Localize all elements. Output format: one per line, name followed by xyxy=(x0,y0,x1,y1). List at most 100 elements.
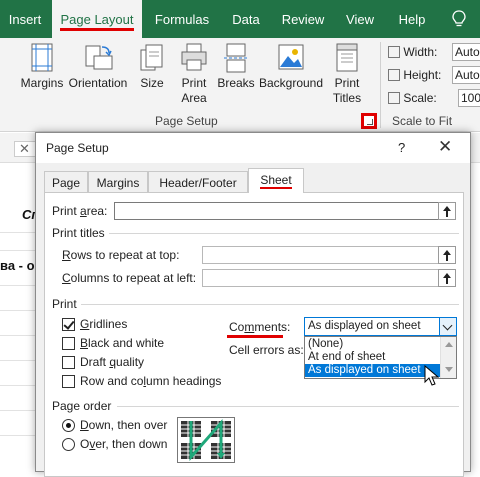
dialog-title: Page Setup xyxy=(46,141,109,155)
background-label: Background xyxy=(258,76,324,90)
tab-review[interactable]: Review xyxy=(276,0,330,38)
size-button[interactable]: Size xyxy=(136,42,168,91)
scroll-up-icon[interactable] xyxy=(445,342,453,347)
print-section-label: Print xyxy=(52,297,77,311)
height-row: Height: Auto xyxy=(388,66,480,84)
tab-header-footer[interactable]: Header/Footer xyxy=(148,171,248,192)
gridlines-label: Gridlines xyxy=(80,317,128,331)
tab-sheet-label: Sheet xyxy=(260,173,292,189)
close-button[interactable]: ✕ xyxy=(438,137,452,157)
cell-errors-label: Cell errors as: xyxy=(229,343,304,357)
background-button[interactable]: Background xyxy=(258,42,324,91)
page-setup-dialog-launcher[interactable] xyxy=(361,113,377,129)
tab-page-layout[interactable]: Page Layout xyxy=(52,0,142,38)
ribbon-page-layout: Margins Orientation Size Print Area Brea… xyxy=(0,38,480,132)
tab-view[interactable]: View xyxy=(338,0,382,38)
background-icon xyxy=(275,42,307,74)
grid-line xyxy=(0,285,40,286)
print-titles-label-1: Print xyxy=(334,76,360,90)
over-then-down-radio[interactable] xyxy=(62,438,75,451)
gridlines-checkbox[interactable] xyxy=(62,318,75,331)
scale-label: Scale: xyxy=(403,91,437,105)
margins-label: Margins xyxy=(20,76,64,90)
tab-margins[interactable]: Margins xyxy=(88,171,148,192)
comments-dropdown[interactable]: As displayed on sheet xyxy=(304,317,457,336)
height-icon xyxy=(388,69,400,81)
comments-option-as-displayed[interactable]: As displayed on sheet xyxy=(305,364,440,377)
comments-selected-value: As displayed on sheet xyxy=(308,320,421,332)
grid-line xyxy=(0,310,40,311)
print-area-button[interactable]: Print Area xyxy=(176,42,212,106)
print-area-label-2: Area xyxy=(181,91,207,105)
page-order-section-label: Page order xyxy=(52,399,112,413)
print-area-field[interactable] xyxy=(114,202,439,220)
rows-repeat-collapse-button[interactable] xyxy=(438,246,456,264)
tab-help[interactable]: Help xyxy=(390,0,434,38)
section-divider xyxy=(109,233,459,234)
grid-line xyxy=(0,250,40,251)
breaks-label: Breaks xyxy=(217,76,255,90)
tab-insert[interactable]: Insert xyxy=(0,0,50,38)
print-area-collapse-button[interactable] xyxy=(438,202,456,220)
cols-repeat-field[interactable] xyxy=(202,269,439,287)
width-icon xyxy=(388,46,400,58)
tab-page[interactable]: Page xyxy=(44,171,88,192)
draft-quality-label: Draft quality xyxy=(80,355,145,369)
grid-line xyxy=(0,435,40,436)
page-setup-dialog: Page Setup ? ✕ Page Margins Header/Foote… xyxy=(35,132,471,477)
group-divider xyxy=(380,42,381,128)
width-row: Width: Auto xyxy=(388,43,480,61)
print-titles-section-label: Print titles xyxy=(52,226,105,240)
scale-icon xyxy=(388,92,400,104)
grid-line xyxy=(0,232,40,233)
scale-to-fit-group-label: Scale to Fit xyxy=(392,114,453,128)
breaks-button[interactable]: Breaks xyxy=(216,42,256,91)
section-divider xyxy=(117,406,459,407)
black-and-white-checkbox[interactable] xyxy=(62,337,75,350)
height-label: Height: xyxy=(403,68,442,82)
comments-option-none[interactable]: (None) xyxy=(305,338,440,351)
orientation-label: Orientation xyxy=(68,76,128,90)
section-divider xyxy=(81,304,459,305)
print-titles-label-2: Titles xyxy=(332,91,362,105)
orientation-icon xyxy=(82,42,114,74)
black-and-white-label: Black and white xyxy=(80,336,165,350)
tab-data[interactable]: Data xyxy=(224,0,268,38)
cols-repeat-collapse-button[interactable] xyxy=(438,269,456,287)
dropdown-scrollbar[interactable] xyxy=(440,337,456,378)
down-then-over-radio[interactable] xyxy=(62,419,75,432)
row-column-headings-checkbox[interactable] xyxy=(62,375,75,388)
scale-row: Scale: 100 xyxy=(388,89,480,107)
chevron-down-icon[interactable] xyxy=(439,318,456,335)
page-setup-group-label: Page Setup xyxy=(155,114,218,128)
cols-repeat-label: Columns to repeat at left: xyxy=(62,271,197,285)
width-label: Width: xyxy=(403,45,438,59)
rows-repeat-label: Rows to repeat at top: xyxy=(62,248,180,262)
down-then-over-label: Down, then over xyxy=(80,418,168,432)
rows-repeat-field[interactable] xyxy=(202,246,439,264)
size-icon xyxy=(136,42,168,74)
comments-option-end-of-sheet[interactable]: At end of sheet xyxy=(305,351,440,364)
tab-sheet[interactable]: Sheet xyxy=(248,168,304,193)
scroll-down-icon[interactable] xyxy=(445,367,453,372)
page-order-preview-icon xyxy=(177,417,235,463)
height-dropdown[interactable]: Auto xyxy=(452,66,480,84)
margins-button[interactable]: Margins xyxy=(18,42,66,91)
tab-formulas[interactable]: Formulas xyxy=(148,0,216,38)
draft-quality-checkbox[interactable] xyxy=(62,356,75,369)
comments-highlight-underline xyxy=(227,335,283,338)
scale-input[interactable]: 100 xyxy=(458,89,480,107)
print-titles-button[interactable]: Print Titles xyxy=(330,42,364,106)
row-column-headings-label: Row and column headings xyxy=(80,374,222,388)
help-button[interactable]: ? xyxy=(398,140,405,155)
orientation-button[interactable]: Orientation xyxy=(66,42,130,91)
print-area-label: Print area: xyxy=(52,204,108,218)
ribbon-tab-bar: Insert Page Layout Formulas Data Review … xyxy=(0,0,480,38)
over-then-down-label: Over, then down xyxy=(80,437,168,451)
margins-icon xyxy=(26,42,58,74)
mouse-cursor-icon xyxy=(424,365,440,386)
width-dropdown[interactable]: Auto xyxy=(452,43,480,61)
tab-page-layout-label: Page Layout xyxy=(60,12,134,31)
tell-me-lightbulb-icon[interactable] xyxy=(452,10,466,28)
grid-line xyxy=(0,385,40,386)
